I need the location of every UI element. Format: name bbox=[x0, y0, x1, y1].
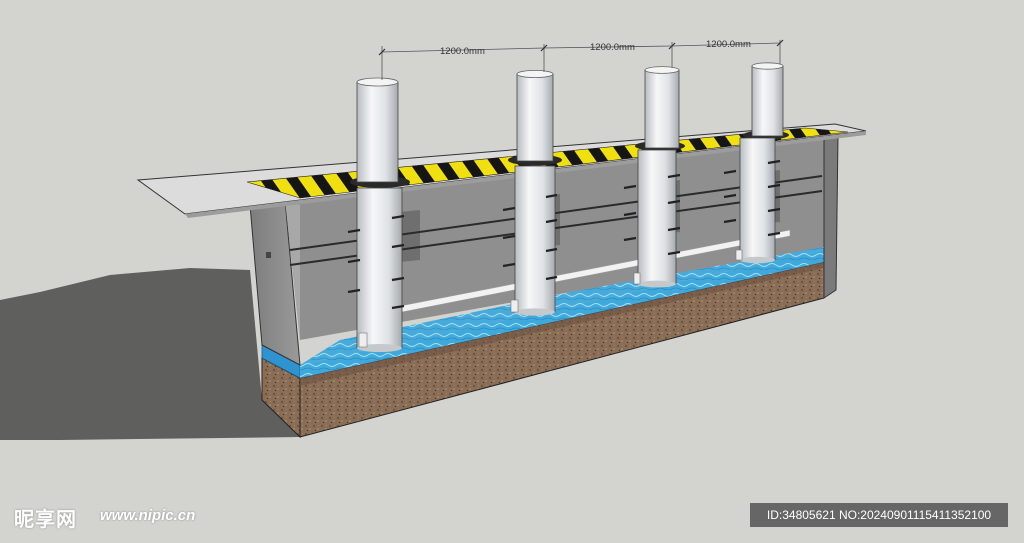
right-wall bbox=[823, 135, 839, 299]
dimension-label-2: 1200.0mm bbox=[590, 42, 635, 53]
left-wall-fitting bbox=[266, 252, 271, 258]
image-id-strip: ID:34805621 NO:20240901115411352100 bbox=[750, 503, 1008, 527]
watermark-logo: 昵享网 bbox=[14, 507, 77, 531]
watermark-url: www.nipic.cn bbox=[100, 507, 196, 524]
rising-bollard-section-diagram: 1200.0mm 1200.0mm 1200.0mm bbox=[0, 39, 867, 440]
dimension-label-1: 1200.0mm bbox=[440, 46, 485, 57]
ground-shadow bbox=[0, 268, 300, 440]
bollard-1 bbox=[347, 77, 410, 352]
dimension-label-3: 1200.0mm bbox=[706, 39, 751, 50]
